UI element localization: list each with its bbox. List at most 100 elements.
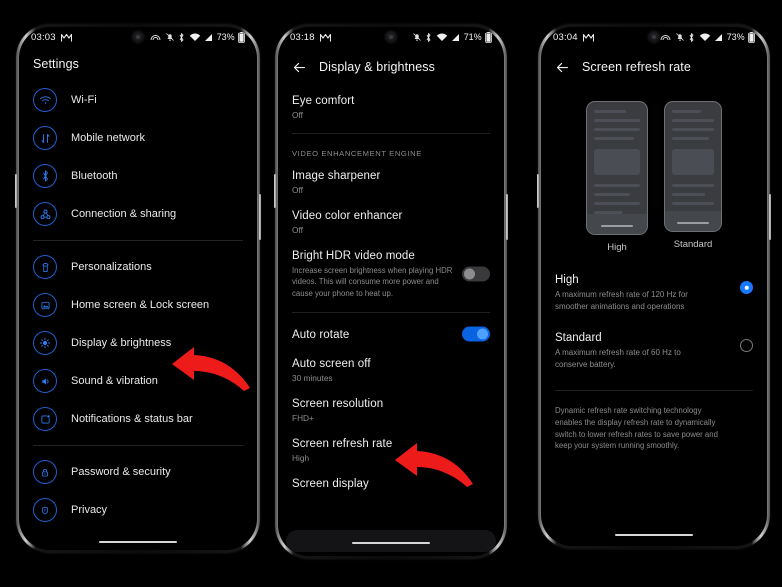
notifications-icon [33,407,57,431]
row-title: Screen display [292,477,369,490]
auto-rotate-toggle[interactable] [462,326,490,342]
sidebar-item-sound-vibration[interactable]: Sound & vibration [19,362,257,400]
preview-card [664,101,722,232]
back-arrow-icon[interactable] [555,60,570,75]
option-high[interactable]: High A maximum refresh rate of 120 Hz fo… [555,265,753,320]
radio-standard[interactable] [740,339,753,353]
status-time: 03:04 [553,31,578,43]
vpn-icon [660,34,671,40]
sidebar-item-notifications-status-bar[interactable]: Notifications & status bar [19,400,257,438]
phone-1: 03:03 73% Settings Wi-Fi Mobile network … [15,24,261,553]
wifi-icon [699,33,711,41]
screenshot-stage: 03:03 73% Settings Wi-Fi Mobile network … [0,0,782,587]
list-item-auto-rotate[interactable]: Auto rotate [292,319,490,350]
bluetooth-icon [179,32,184,42]
bluetooth-icon [689,32,694,42]
row-value: FHD+ [292,412,314,423]
list-item-bright-hdr-video-mode[interactable]: Bright HDR video mode Increase screen br… [292,242,490,306]
placeholder-line [672,119,714,122]
sidebar-item-wifi[interactable]: Wi-Fi [19,81,257,119]
option-title: Standard [555,332,602,345]
gesture-bar[interactable] [352,541,430,544]
sidebar-item-bluetooth[interactable]: Bluetooth [19,157,257,195]
sidebar-item-mobile-network[interactable]: Mobile network [19,119,257,157]
page-title: Display & brightness [319,60,435,74]
page-title: Screen refresh rate [582,60,691,74]
list-divider [33,445,243,446]
refresh-rate-previews: High Standard [541,87,767,253]
phone2-volume-button[interactable] [274,174,276,208]
phone3-status-bar: 03:04 73% [541,27,767,47]
messages-icon [60,33,72,41]
list-item-image-sharpener[interactable]: Image sharpener Off [292,162,490,202]
list-item-screen-resolution[interactable]: Screen resolution FHD+ [292,390,490,430]
phone-2: 03:18 71% Display & brightness Eye comfo… [274,24,508,559]
sidebar-item-password-security[interactable]: Password & security [19,453,257,491]
wifi-icon [33,88,57,112]
placeholder-line [672,193,705,196]
phone2-power-button[interactable] [506,194,508,240]
section-header-video-enhancement: VIDEO ENHANCEMENT ENGINE [292,149,422,158]
phone1-power-button[interactable] [259,194,261,240]
sidebar-item-label: Mobile network [71,132,145,144]
dynamic-refresh-note: Dynamic refresh rate switching technolog… [555,406,718,451]
mobile-network-icon [33,126,57,150]
sidebar-item-label: Personalizations [71,261,152,273]
row-value: High [292,452,310,463]
phone1-app-bar: Settings [19,47,257,81]
sidebar-item-connection-sharing[interactable]: Connection & sharing [19,195,257,233]
preview-label: Standard [673,239,713,250]
bell-muted-icon [412,33,421,41]
sidebar-item-home-lock-screen[interactable]: Home screen & Lock screen [19,286,257,324]
list-divider [292,311,490,313]
display-brightness-icon [33,331,57,355]
phone3-volume-button[interactable] [537,174,539,208]
row-value: Off [292,110,303,120]
sidebar-item-label: Display & brightness [71,337,172,349]
phone2-status-bar: 03:18 71% [278,27,504,47]
phone2-app-bar: Display & brightness [278,47,504,87]
personalization-icon [33,255,57,279]
bell-muted-icon [165,33,174,41]
list-item-screen-refresh-rate[interactable]: Screen refresh rate High [292,430,490,470]
settings-list: Wi-Fi Mobile network Bluetooth Connectio… [19,81,257,529]
placeholder-line [594,110,627,113]
sidebar-item-display-brightness[interactable]: Display & brightness [19,324,257,362]
battery-percent: 73% [216,32,235,42]
list-item-auto-screen-off[interactable]: Auto screen off 30 minutes [292,350,490,390]
sidebar-item-label: Bluetooth [71,170,118,182]
list-item-video-color-enhancer[interactable]: Video color enhancer Off [292,202,490,242]
list-item-eye-comfort[interactable]: Eye comfort Off [292,87,490,127]
placeholder-line [672,184,714,187]
option-standard[interactable]: Standard A maximum refresh rate of 60 Hz… [555,320,753,378]
wifi-icon [436,33,448,41]
preview-label: High [607,242,627,253]
bluetooth-icon [33,164,57,188]
sidebar-item-privacy[interactable]: Privacy [19,491,257,529]
placeholder-line [672,202,714,205]
placeholder-line [594,202,640,205]
wifi-icon [189,33,201,41]
placeholder-line [672,137,709,140]
back-arrow-icon[interactable] [292,60,307,75]
vpn-icon [150,34,161,40]
status-time: 03:18 [290,31,315,43]
row-title: Video color enhancer [292,210,403,222]
sidebar-item-personalizations[interactable]: Personalizations [19,248,257,286]
row-title: Eye comfort [292,95,355,107]
privacy-shield-icon [33,498,57,522]
signal-icon [715,33,723,41]
row-value: Off [292,225,303,235]
phone-1-screen: 03:03 73% Settings Wi-Fi Mobile network … [19,27,257,550]
preview-gesture-bar [601,224,633,227]
gesture-bar[interactable] [615,533,693,536]
radio-high[interactable] [740,281,753,294]
phone1-status-bar: 03:03 73% [19,27,257,47]
gesture-bar[interactable] [99,540,177,543]
bell-muted-icon [675,33,684,41]
preview-high: High [586,101,648,253]
phone1-volume-button[interactable] [15,174,17,208]
phone3-power-button[interactable] [769,194,771,240]
list-item-screen-display[interactable]: Screen display [292,470,490,497]
bright-hdr-toggle[interactable] [462,266,490,282]
